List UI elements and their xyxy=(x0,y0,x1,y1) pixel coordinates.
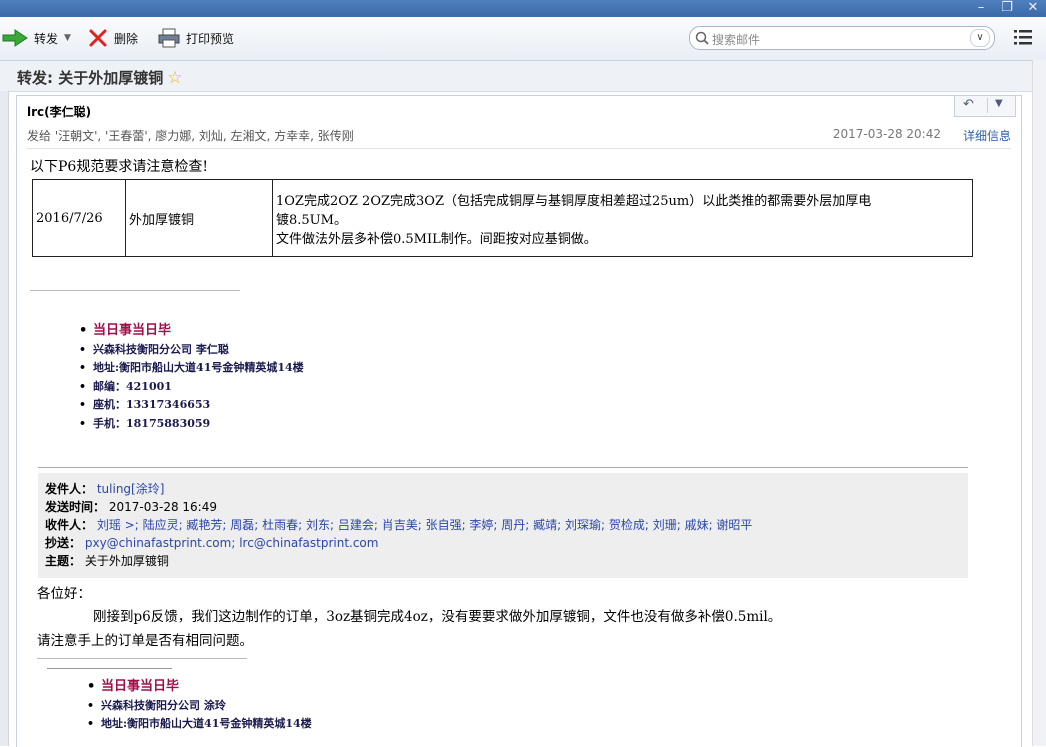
cc-label: 抄送： xyxy=(45,536,82,550)
greeting: 各位好： xyxy=(37,586,91,602)
restore-button[interactable]: ❐ xyxy=(998,0,1016,15)
signature-divider xyxy=(47,668,172,669)
subject-label: 主题： xyxy=(45,554,82,568)
minimize-button[interactable]: – xyxy=(972,0,990,15)
signature-company: 兴森科技衡阳分公司 涂玲 xyxy=(87,697,312,716)
to-label: 收件人： xyxy=(45,518,94,532)
body-line: 刚接到p6反馈，我们这边制作的订单，3oz基铜完成4oz，没有要要求做外加厚镀铜… xyxy=(93,609,782,625)
forward-arrow-icon xyxy=(2,29,28,47)
print-preview-button[interactable]: 打印预览 xyxy=(158,27,234,49)
subject-title: 转发: 关于外加厚镀铜 xyxy=(17,69,164,87)
chevron-down-icon[interactable]: ▼ xyxy=(995,98,1003,109)
spec-desc-cell: 1OZ完成2OZ 2OZ完成3OZ（包括完成铜厚与基铜厚度相差超过25um）以此… xyxy=(272,179,973,257)
search-box[interactable]: 搜索邮件 ∨ xyxy=(689,26,995,50)
printer-icon xyxy=(158,28,180,48)
forward-label: 转发 xyxy=(34,31,59,46)
signature-postcode: 邮编：421001 xyxy=(79,378,304,397)
window-titlebar: – ❐ ✕ xyxy=(0,0,1046,17)
delete-label: 删除 xyxy=(114,31,139,46)
signature-mobile: 手机：18175883059 xyxy=(79,415,304,434)
sent-value: 2017-03-28 16:49 xyxy=(108,500,217,514)
details-link[interactable]: 详细信息 xyxy=(963,127,1011,144)
quoted-from: 发件人： tuling[涂玲] xyxy=(45,480,164,497)
cc-value[interactable]: pxy@chinafastprint.com; lrc@chinafastpri… xyxy=(85,536,379,550)
subject-bar: 转发: 关于外加厚镀铜 ☆ xyxy=(0,61,1046,92)
menu-list-icon[interactable] xyxy=(1014,29,1032,45)
signature-divider xyxy=(30,290,240,291)
mail-subject: 转发: 关于外加厚镀铜 ☆ xyxy=(17,67,182,88)
spec-item-cell: 外加厚镀铜 xyxy=(125,179,273,257)
message-date: 2017-03-28 20:42 xyxy=(832,127,941,141)
signature-address: 地址:衡阳市船山大道41号金钟精英城14楼 xyxy=(79,359,304,378)
signature-list: 当日事当日毕 兴森科技衡阳分公司 李仁聪 地址:衡阳市船山大道41号金钟精英城1… xyxy=(79,322,304,433)
spec-table: 2016/7/26 外加厚镀铜 1OZ完成2OZ 2OZ完成3OZ（包括完成铜厚… xyxy=(32,179,973,257)
body-line: 请注意手上的订单是否有相同问题。 xyxy=(37,633,253,649)
signature-company: 兴森科技衡阳分公司 李仁聪 xyxy=(79,341,304,360)
left-pane-edge[interactable] xyxy=(0,91,9,746)
quote-divider xyxy=(38,467,968,468)
quoted-cc: 抄送： pxy@chinafastprint.com; lrc@chinafas… xyxy=(45,534,378,551)
signature-divider xyxy=(37,658,247,659)
quoted-sent: 发送时间： 2017-03-28 16:49 xyxy=(45,498,217,515)
delete-button[interactable]: 删除 xyxy=(88,27,138,49)
scrollbar[interactable] xyxy=(1032,60,1046,746)
recipients-line: 发给 '汪朝文', '王春蕾', 廖力娜, 刘灿, 左湘文, 方幸幸, 张传刚 xyxy=(27,129,354,143)
quoted-signature-list: 当日事当日毕 兴森科技衡阳分公司 涂玲 地址:衡阳市船山大道41号金钟精英城14… xyxy=(87,678,312,734)
signature-address: 地址:衡阳市船山大道41号金钟精英城14楼 xyxy=(87,715,312,734)
intro-text: 以下P6规范要求请注意检查! xyxy=(30,159,208,175)
divider xyxy=(987,98,988,113)
star-icon[interactable]: ☆ xyxy=(167,68,182,88)
to-value[interactable]: 刘瑶 >; 陆应灵; 臧艳芳; 周磊; 杜雨春; 刘东; 吕建会; 肖吉美; 张… xyxy=(97,518,753,532)
table-row: 2016/7/26 外加厚镀铜 1OZ完成2OZ 2OZ完成3OZ（包括完成铜厚… xyxy=(32,179,973,257)
spec-date-cell: 2016/7/26 xyxy=(32,179,126,257)
spec-desc-line: 1OZ完成2OZ 2OZ完成3OZ（包括完成铜厚与基铜厚度相差超过25um）以此… xyxy=(276,193,872,209)
header-divider xyxy=(27,148,1011,149)
forward-button[interactable]: 转发 ▼ xyxy=(2,27,71,49)
quoted-header: 发件人： tuling[涂玲] 发送时间： 2017-03-28 16:49 收… xyxy=(38,473,968,578)
reply-buttons: ↶ ▼ xyxy=(954,95,1016,117)
delete-x-icon xyxy=(89,29,107,47)
reply-icon[interactable]: ↶ xyxy=(963,97,974,112)
chevron-down-icon[interactable]: ▼ xyxy=(64,33,71,43)
subject-value: 关于外加厚镀铜 xyxy=(84,554,169,568)
message-panel: lrc(李仁聪) ↶ ▼ 发给 '汪朝文', '王春蕾', 廖力娜, 刘灿, 左… xyxy=(16,95,1022,747)
close-button[interactable]: ✕ xyxy=(1024,0,1042,15)
from-label: 发件人： xyxy=(45,482,94,496)
signature-motto: 当日事当日毕 xyxy=(87,678,312,697)
from-value[interactable]: tuling[涂玲] xyxy=(97,482,165,496)
signature-motto: 当日事当日毕 xyxy=(79,322,304,341)
search-icon xyxy=(695,31,709,45)
spec-desc-line: 镀8.5UM。 xyxy=(276,212,347,228)
sender-name[interactable]: lrc(李仁聪) xyxy=(27,103,91,120)
print-preview-label: 打印预览 xyxy=(186,31,235,46)
quoted-subject: 主题： 关于外加厚镀铜 xyxy=(45,552,169,569)
search-options-icon[interactable]: ∨ xyxy=(970,29,990,47)
signature-phone: 座机：13317346653 xyxy=(79,396,304,415)
quoted-to: 收件人： 刘瑶 >; 陆应灵; 臧艳芳; 周磊; 杜雨春; 刘东; 吕建会; 肖… xyxy=(45,516,752,533)
spec-desc-line: 文件做法外层多补偿0.5MIL制作。间距按对应基铜做。 xyxy=(276,231,597,247)
toolbar: 转发 ▼ 删除 打印预览 搜索邮件 ∨ xyxy=(0,17,1046,61)
sent-label: 发送时间： xyxy=(45,500,106,514)
search-input[interactable]: 搜索邮件 xyxy=(712,31,760,48)
